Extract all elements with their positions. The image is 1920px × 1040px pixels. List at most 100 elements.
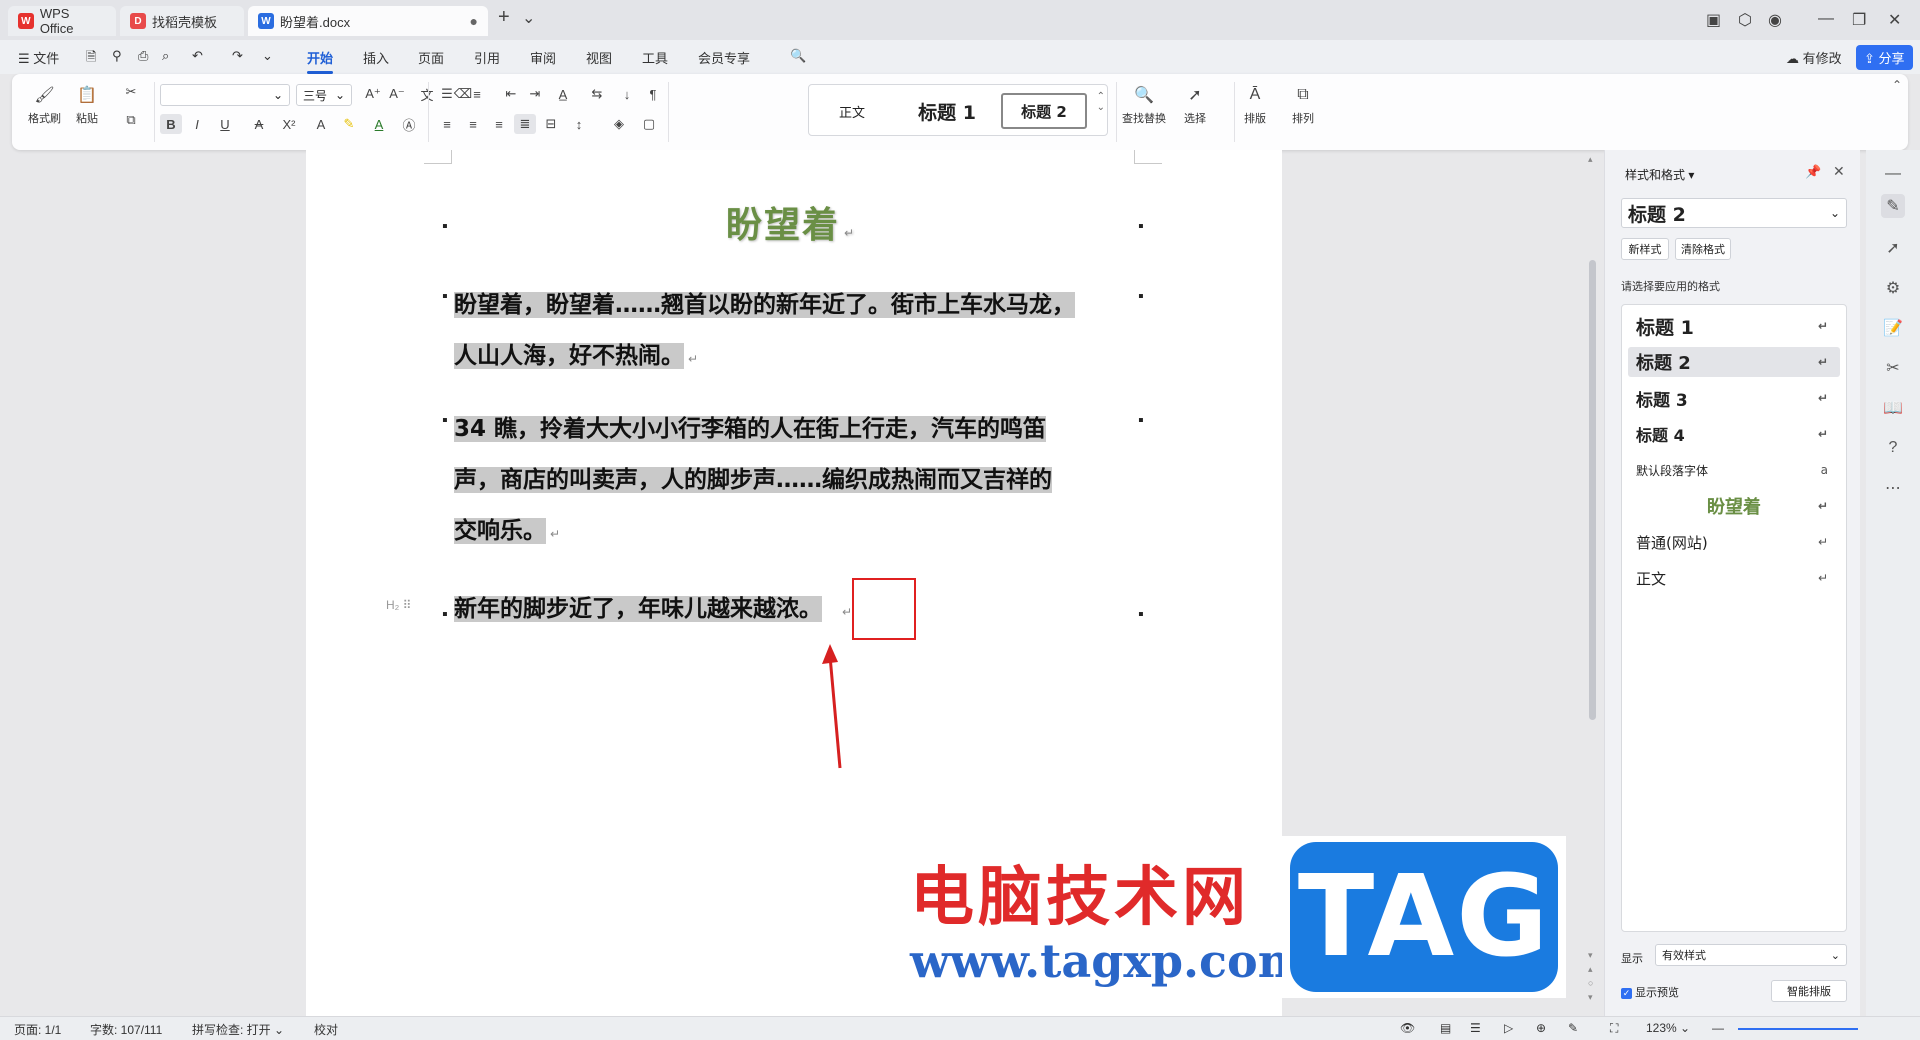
more-icon[interactable]: ⋯ xyxy=(1881,476,1905,500)
shrink-font-icon[interactable]: A⁻ xyxy=(386,84,408,104)
font-name-select[interactable]: ⌄ xyxy=(160,84,290,106)
fit-page-icon[interactable]: ⛶ xyxy=(1610,1021,1618,1036)
share-button[interactable]: ⇪ 分享 xyxy=(1856,45,1913,70)
clear-format-button[interactable]: 清除格式 xyxy=(1675,238,1731,260)
cut-icon[interactable]: ✂ xyxy=(120,82,142,102)
close-icon[interactable]: ✕ xyxy=(1888,10,1901,30)
panel-title[interactable]: 样式和格式 ▾ xyxy=(1625,166,1694,183)
display-filter-select[interactable]: 有效样式 ⌄ xyxy=(1655,944,1847,966)
select-button[interactable]: ➚ 选择 xyxy=(1184,84,1206,126)
shading-icon[interactable]: ◈ xyxy=(608,114,630,134)
numbering-icon[interactable]: ≡ xyxy=(466,84,488,104)
layout-icon[interactable]: ▣ xyxy=(1706,10,1721,30)
review-icon[interactable]: 📖 xyxy=(1881,396,1905,420)
align-center-icon[interactable]: ≡ xyxy=(462,114,484,134)
collapse-icon[interactable]: — xyxy=(1881,162,1905,186)
proofread-button[interactable]: 校对 xyxy=(314,1021,338,1038)
style-item-heading-4[interactable]: 标题 4 ↵ xyxy=(1628,419,1840,449)
zoom-level[interactable]: 123% ⌄ xyxy=(1646,1021,1690,1035)
new-style-button[interactable]: 新样式 xyxy=(1621,238,1669,260)
phonetic-icon[interactable]: 文 xyxy=(416,84,438,104)
tab-document[interactable]: W 盼望着.docx ● xyxy=(248,6,488,36)
style-item-default-font[interactable]: 默认段落字体 a xyxy=(1628,455,1840,485)
page-nav-icon[interactable]: ▾ ▴ ○ ▾ xyxy=(1588,948,1593,1004)
menu-member[interactable]: 会员专享 xyxy=(698,48,750,67)
link-icon[interactable]: ⚲ xyxy=(112,48,122,64)
menu-page[interactable]: 页面 xyxy=(418,48,444,67)
undo-icon[interactable]: ↶ xyxy=(192,48,203,64)
text-effect-icon[interactable]: A xyxy=(310,114,332,134)
align-right-icon[interactable]: ≡ xyxy=(488,114,510,134)
pin-icon[interactable]: 📌 xyxy=(1805,164,1821,180)
style-item-title[interactable]: 盼望着 ↵ xyxy=(1628,491,1840,521)
zoom-out-icon[interactable]: — xyxy=(1712,1021,1724,1035)
style-item-web[interactable]: 普通(网站) ↵ xyxy=(1628,527,1840,557)
new-tab-button[interactable]: + xyxy=(498,6,510,29)
save-icon[interactable]: 🗎 xyxy=(86,48,96,70)
current-style-select[interactable]: 标题 2 ⌄ xyxy=(1621,198,1847,228)
search-icon[interactable]: 🔍 xyxy=(790,48,806,64)
borders-icon[interactable]: ▢ xyxy=(638,114,660,134)
file-menu[interactable]: ☰ 文件 xyxy=(18,48,59,67)
panel-close-icon[interactable]: ✕ xyxy=(1833,163,1845,180)
select-cursor-icon[interactable]: ➚ xyxy=(1881,236,1905,260)
tab-unsaved-dot[interactable]: ● xyxy=(470,13,478,29)
font-size-select[interactable]: 三号 ⌄ xyxy=(296,84,352,106)
vertical-scrollbar[interactable]: ▴ ▾ ▴ ○ ▾ xyxy=(1586,150,1600,1020)
style-item-normal[interactable]: 正文 ↵ xyxy=(1628,563,1840,593)
paragraph-1[interactable]: 盼望着，盼望着……翘首以盼的新年近了。街市上车水马龙， 人山人海，好不热闹。 ↵ xyxy=(454,280,1134,385)
style-normal[interactable]: 正文 xyxy=(817,93,887,129)
pen-icon[interactable]: ✎ xyxy=(1568,1021,1578,1035)
tab-wps-office[interactable]: W WPS Office xyxy=(8,6,116,36)
italic-button[interactable]: I xyxy=(186,114,208,134)
decrease-indent-icon[interactable]: ⇤ xyxy=(500,84,522,104)
arrange-button[interactable]: ⧉ 排列 xyxy=(1292,84,1314,126)
sort-icon[interactable]: ↓ xyxy=(616,84,638,104)
font-color-icon[interactable]: A xyxy=(368,114,390,134)
style-heading-1[interactable]: 标题 1 xyxy=(901,93,993,129)
line-spacing-icon[interactable]: ↕ xyxy=(568,114,590,134)
page-indicator[interactable]: 页面: 1/1 xyxy=(14,1021,61,1038)
heading-2-marker[interactable]: H₂ ⠿ xyxy=(386,598,411,612)
tab-docer-templates[interactable]: D 找稻壳模板 xyxy=(120,6,244,36)
increase-indent-icon[interactable]: ⇥ xyxy=(524,84,546,104)
menu-view[interactable]: 视图 xyxy=(586,48,612,67)
bold-button[interactable]: B xyxy=(160,114,182,134)
style-heading-2[interactable]: 标题 2 xyxy=(1001,93,1087,129)
minimize-icon[interactable]: — xyxy=(1818,10,1834,28)
menu-insert[interactable]: 插入 xyxy=(363,48,389,67)
eye-protection-icon[interactable]: 👁 xyxy=(1400,1021,1415,1035)
more-chevron-icon[interactable]: ⌄ xyxy=(262,48,273,64)
cube-icon[interactable]: ⬡ xyxy=(1738,10,1752,30)
print-preview-icon[interactable]: ⌕ xyxy=(162,48,169,64)
style-pen-icon[interactable]: ✎ xyxy=(1881,194,1905,218)
scroll-up-icon[interactable]: ▴ xyxy=(1588,154,1593,165)
web-view-icon[interactable]: ⊕ xyxy=(1536,1021,1546,1035)
outline-view-icon[interactable]: ☰ xyxy=(1470,1021,1481,1035)
grow-font-icon[interactable]: A⁺ xyxy=(362,84,384,104)
paste-button[interactable]: 📋 粘贴 xyxy=(76,84,98,126)
layout-button[interactable]: Ā 排版 xyxy=(1244,84,1266,126)
document-title[interactable]: 盼望着 ↵ xyxy=(726,196,966,248)
paragraph-2[interactable]: 34 瞧，拎着大大小小行李箱的人在街上行走，汽车的鸣笛 声，商店的叫卖声，人的脚… xyxy=(454,404,1134,560)
menu-review[interactable]: 审阅 xyxy=(530,48,556,67)
copy-icon[interactable]: ⧉ xyxy=(120,110,142,130)
cloud-modified-icon[interactable]: ☁ 有修改 xyxy=(1786,48,1842,67)
show-marks-icon[interactable]: ¶ xyxy=(642,84,664,104)
play-icon[interactable]: ▷ xyxy=(1504,1021,1513,1035)
avatar[interactable]: ◉ xyxy=(1768,10,1782,30)
zoom-slider[interactable] xyxy=(1738,1028,1858,1030)
show-preview-checkbox[interactable]: ✓ 显示预览 xyxy=(1621,984,1679,1000)
text-direction-icon[interactable]: ⇆ xyxy=(586,84,608,104)
help-icon[interactable]: ? xyxy=(1881,436,1905,460)
distribute-icon[interactable]: ⊟ xyxy=(540,114,562,134)
word-count[interactable]: 字数: 107/111 xyxy=(90,1021,162,1038)
scrollbar-thumb[interactable] xyxy=(1589,260,1596,720)
gallery-scroll-icon[interactable]: ⌃ ⌄ xyxy=(1097,91,1105,113)
bullets-icon[interactable]: ☰ xyxy=(436,84,458,104)
chinese-layout-icon[interactable]: A̲ xyxy=(552,84,574,104)
style-item-heading-3[interactable]: 标题 3 ↵ xyxy=(1628,383,1840,413)
tools-icon[interactable]: ✂ xyxy=(1881,356,1905,380)
menu-references[interactable]: 引用 xyxy=(474,48,500,67)
collapse-ribbon-icon[interactable]: ⌃ xyxy=(1892,78,1902,92)
